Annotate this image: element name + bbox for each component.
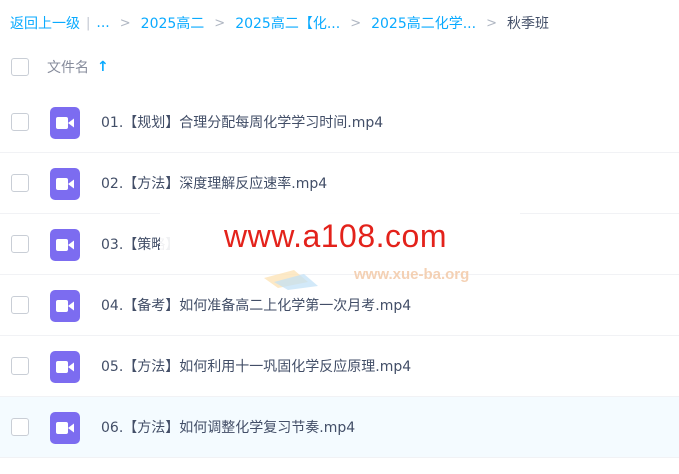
video-icon (50, 412, 80, 444)
watermark-logo-icon (264, 270, 318, 290)
file-row[interactable]: 02.【方法】深度理解反应速率.mp4 (0, 153, 679, 214)
breadcrumb-item-2[interactable]: 2025高二【化... (235, 13, 340, 33)
breadcrumb: 返回上一级 | ... > 2025高二 > 2025高二【化... > 202… (10, 12, 549, 34)
chevron-right-icon: > (119, 15, 131, 31)
watermark-subtext: www.xue-ba.org (354, 266, 470, 283)
arrow-up-icon[interactable]: ↑ (97, 59, 109, 75)
video-icon (50, 168, 80, 200)
chevron-right-icon: > (350, 15, 362, 31)
file-name[interactable]: 06.【方法】如何调整化学复习节奏.mp4 (101, 417, 355, 437)
breadcrumb-separator: | (86, 15, 91, 31)
watermark-text: www.a108.com (224, 218, 447, 254)
file-row[interactable]: 05.【方法】如何利用十一巩固化学反应原理.mp4 (0, 336, 679, 397)
breadcrumb-ellipsis[interactable]: ... (96, 15, 109, 31)
file-name[interactable]: 01.【规划】合理分配每周化学学习时间.mp4 (101, 112, 383, 132)
column-filename[interactable]: 文件名 ↑ (47, 57, 109, 77)
file-checkbox[interactable] (11, 174, 29, 192)
video-icon (50, 229, 80, 261)
video-icon (50, 351, 80, 383)
file-checkbox[interactable] (11, 235, 29, 253)
chevron-right-icon: > (214, 15, 226, 31)
file-row[interactable]: 06.【方法】如何调整化学复习节奏.mp4 (0, 397, 679, 458)
file-name[interactable]: 05.【方法】如何利用十一巩固化学反应原理.mp4 (101, 356, 411, 376)
file-name[interactable]: 02.【方法】深度理解反应速率.mp4 (101, 173, 327, 193)
breadcrumb-current: 秋季班 (506, 16, 549, 32)
chevron-right-icon: > (486, 15, 497, 31)
column-filename-label: 文件名 (47, 60, 89, 76)
select-all-checkbox[interactable] (11, 58, 29, 76)
breadcrumb-item-3[interactable]: 2025高二化学... (371, 13, 476, 33)
video-icon (50, 290, 80, 322)
file-name[interactable]: 04.【备考】如何准备高二上化学第一次月考.mp4 (101, 295, 411, 315)
file-list-header: 文件名 ↑ (0, 52, 679, 82)
breadcrumb-item-1[interactable]: 2025高二 (141, 13, 205, 33)
file-row[interactable]: 01.【规划】合理分配每周化学学习时间.mp4 (0, 92, 679, 153)
file-checkbox[interactable] (11, 113, 29, 131)
file-checkbox[interactable] (11, 296, 29, 314)
file-checkbox[interactable] (11, 418, 29, 436)
video-icon (50, 107, 80, 139)
back-link[interactable]: 返回上一级 (10, 13, 80, 33)
file-checkbox[interactable] (11, 357, 29, 375)
